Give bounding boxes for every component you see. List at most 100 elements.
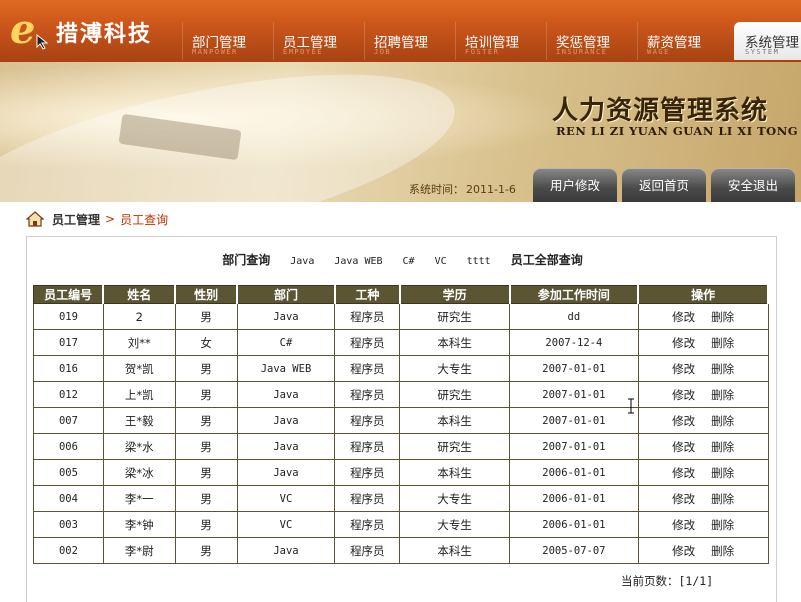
table-cell: 2005-07-07 (509, 537, 639, 564)
delete-link[interactable]: 删除 (711, 336, 734, 350)
table-cell: 003 (33, 511, 104, 538)
delete-link[interactable]: 删除 (711, 544, 734, 558)
edit-link[interactable]: 修改 (672, 544, 695, 558)
table-cell: 2007-01-01 (509, 381, 639, 408)
filter-bar: 部门查询 Java Java WEB C# VC tttt 员工全部查询 (27, 251, 778, 268)
nav-item-sublabel: INSURANCE (556, 48, 608, 56)
table-cell: 2006-01-01 (509, 511, 639, 538)
edit-link[interactable]: 修改 (672, 492, 695, 506)
dept-filter-link[interactable]: C# (403, 256, 415, 267)
table-cell: Java (236, 303, 336, 330)
all-employees-link[interactable]: 员工全部查询 (511, 251, 583, 268)
column-header: 参加工作时间 (509, 285, 640, 304)
table-cell: 刘** (102, 329, 176, 356)
edit-link[interactable]: 修改 (672, 310, 695, 324)
table-cell: 2 (102, 303, 176, 330)
nav-item-1[interactable]: 员工管理 EMPOYEE (273, 22, 364, 60)
table-row: 004 李*一男 VC 程序员 大专生 2006-01-01 修改 删除 (33, 485, 769, 512)
column-header: 性别 (174, 285, 239, 304)
delete-link[interactable]: 删除 (711, 310, 734, 324)
breadcrumb-separator: > (105, 212, 116, 226)
edit-link[interactable]: 修改 (672, 336, 695, 350)
table-cell: dd (509, 303, 639, 330)
table-cell: 研究生 (399, 381, 510, 408)
employee-panel: 部门查询 Java Java WEB C# VC tttt 员工全部查询 员工编号 姓名 性别部… (26, 236, 777, 602)
table-cell: 本科生 (399, 407, 510, 434)
dept-filter-link[interactable]: Java WEB (334, 256, 382, 267)
nav-item-3[interactable]: 培训管理 FOSTER (455, 22, 546, 60)
row-actions: 修改 删除 (637, 485, 769, 512)
table-cell: 006 (33, 433, 104, 460)
nav-item-sublabel: EMPOYEE (283, 48, 324, 56)
table-row: 012 上*凯男 Java 程序员 研究生 2007-01-01 修改 删除 (33, 381, 769, 408)
delete-link[interactable]: 删除 (711, 440, 734, 454)
delete-link[interactable]: 删除 (711, 518, 734, 532)
row-actions: 修改 删除 (637, 329, 769, 356)
table-cell: VC (236, 485, 336, 512)
breadcrumb: 员工管理 > 员工查询 (26, 208, 168, 230)
delete-link[interactable]: 删除 (711, 492, 734, 506)
table-row: 006 梁*水男 Java 程序员 研究生 2007-01-01 修改 删除 (33, 433, 769, 460)
company-logo[interactable]: e 措溥科技 (8, 8, 178, 54)
table-cell: 梁*冰 (102, 459, 176, 486)
table-cell: 研究生 (399, 433, 510, 460)
table-cell: 002 (33, 537, 104, 564)
table-cell: 2007-01-01 (509, 355, 639, 382)
logout-button[interactable]: 安全退出 (711, 168, 795, 202)
table-cell: 女 (174, 329, 238, 356)
edit-link[interactable]: 修改 (672, 388, 695, 402)
table-row: 002 李*尉男 Java 程序员 本科生 2005-07-07 修改 删除 (33, 537, 769, 564)
system-time-value: 2011-1-6 (466, 183, 516, 196)
row-actions: 修改 删除 (637, 511, 769, 538)
nav-item-5[interactable]: 薪资管理 WAGE (637, 22, 728, 60)
pager-value: [1/1] (678, 574, 714, 588)
row-actions: 修改 删除 (637, 355, 769, 382)
table-cell: 男 (174, 381, 238, 408)
dept-filter-link[interactable]: Java (290, 256, 314, 267)
column-header: 操作 (637, 285, 769, 304)
table-cell: 研究生 (399, 303, 510, 330)
edit-link[interactable]: 修改 (672, 440, 695, 454)
table-cell: C# (236, 329, 336, 356)
edit-user-button[interactable]: 用户修改 (533, 168, 617, 202)
dept-query-label: 部门查询 (222, 253, 271, 267)
system-time: 系统时间： 2011-1-6 (407, 181, 516, 197)
edit-link[interactable]: 修改 (672, 466, 695, 480)
header-banner: 人力资源管理系统 REN LI ZI YUAN GUAN LI XI TONG … (0, 62, 801, 202)
table-row: 005 梁*冰男 Java 程序员 本科生 2006-01-01 修改 删除 (33, 459, 769, 486)
delete-link[interactable]: 删除 (711, 388, 734, 402)
row-actions: 修改 删除 (637, 537, 769, 564)
table-cell: 李*一 (102, 485, 176, 512)
system-title-pinyin: REN LI ZI YUAN GUAN LI XI TONG (556, 124, 799, 138)
row-actions: 修改 删除 (637, 407, 769, 434)
home-button[interactable]: 返回首页 (622, 168, 706, 202)
table-cell: Java (236, 433, 336, 460)
table-cell: 程序员 (334, 511, 401, 538)
nav-item-6[interactable]: 系统管理 SYSTEM (734, 22, 801, 60)
table-cell: 男 (174, 459, 238, 486)
table-row: 017 刘** 女 C# 程序员 本科生 2007-12-4 修改 删除 (33, 329, 769, 356)
pager-label: 当前页数： (621, 574, 679, 588)
column-header: 部门 (236, 285, 336, 304)
edit-link[interactable]: 修改 (672, 518, 695, 532)
nav-item-4[interactable]: 奖惩管理 INSURANCE (546, 22, 637, 60)
nav-item-0[interactable]: 部门管理 MANPOWER (182, 22, 273, 60)
edit-link[interactable]: 修改 (672, 362, 695, 376)
table-cell: VC (236, 511, 336, 538)
delete-link[interactable]: 删除 (711, 466, 734, 480)
table-cell: 2007-01-01 (509, 433, 639, 460)
dept-filter-link[interactable]: VC (435, 256, 447, 267)
nav-item-sublabel: MANPOWER (192, 48, 238, 56)
nav-item-sublabel: SYSTEM (745, 48, 780, 56)
system-time-label: 系统时间： (409, 183, 464, 196)
table-cell: 程序员 (334, 459, 401, 486)
table-cell: 019 (33, 303, 104, 330)
delete-link[interactable]: 删除 (711, 414, 734, 428)
table-cell: Java (236, 407, 336, 434)
dept-filter-link[interactable]: tttt (467, 256, 491, 267)
nav-item-2[interactable]: 招聘管理 JOB (364, 22, 455, 60)
table-row: 016 贺*凯男 Java WEB 程序员 大专生 2007-01-01 修改 删除 (33, 355, 769, 382)
breadcrumb-parent[interactable]: 员工管理 (52, 211, 100, 228)
edit-link[interactable]: 修改 (672, 414, 695, 428)
delete-link[interactable]: 删除 (711, 362, 734, 376)
